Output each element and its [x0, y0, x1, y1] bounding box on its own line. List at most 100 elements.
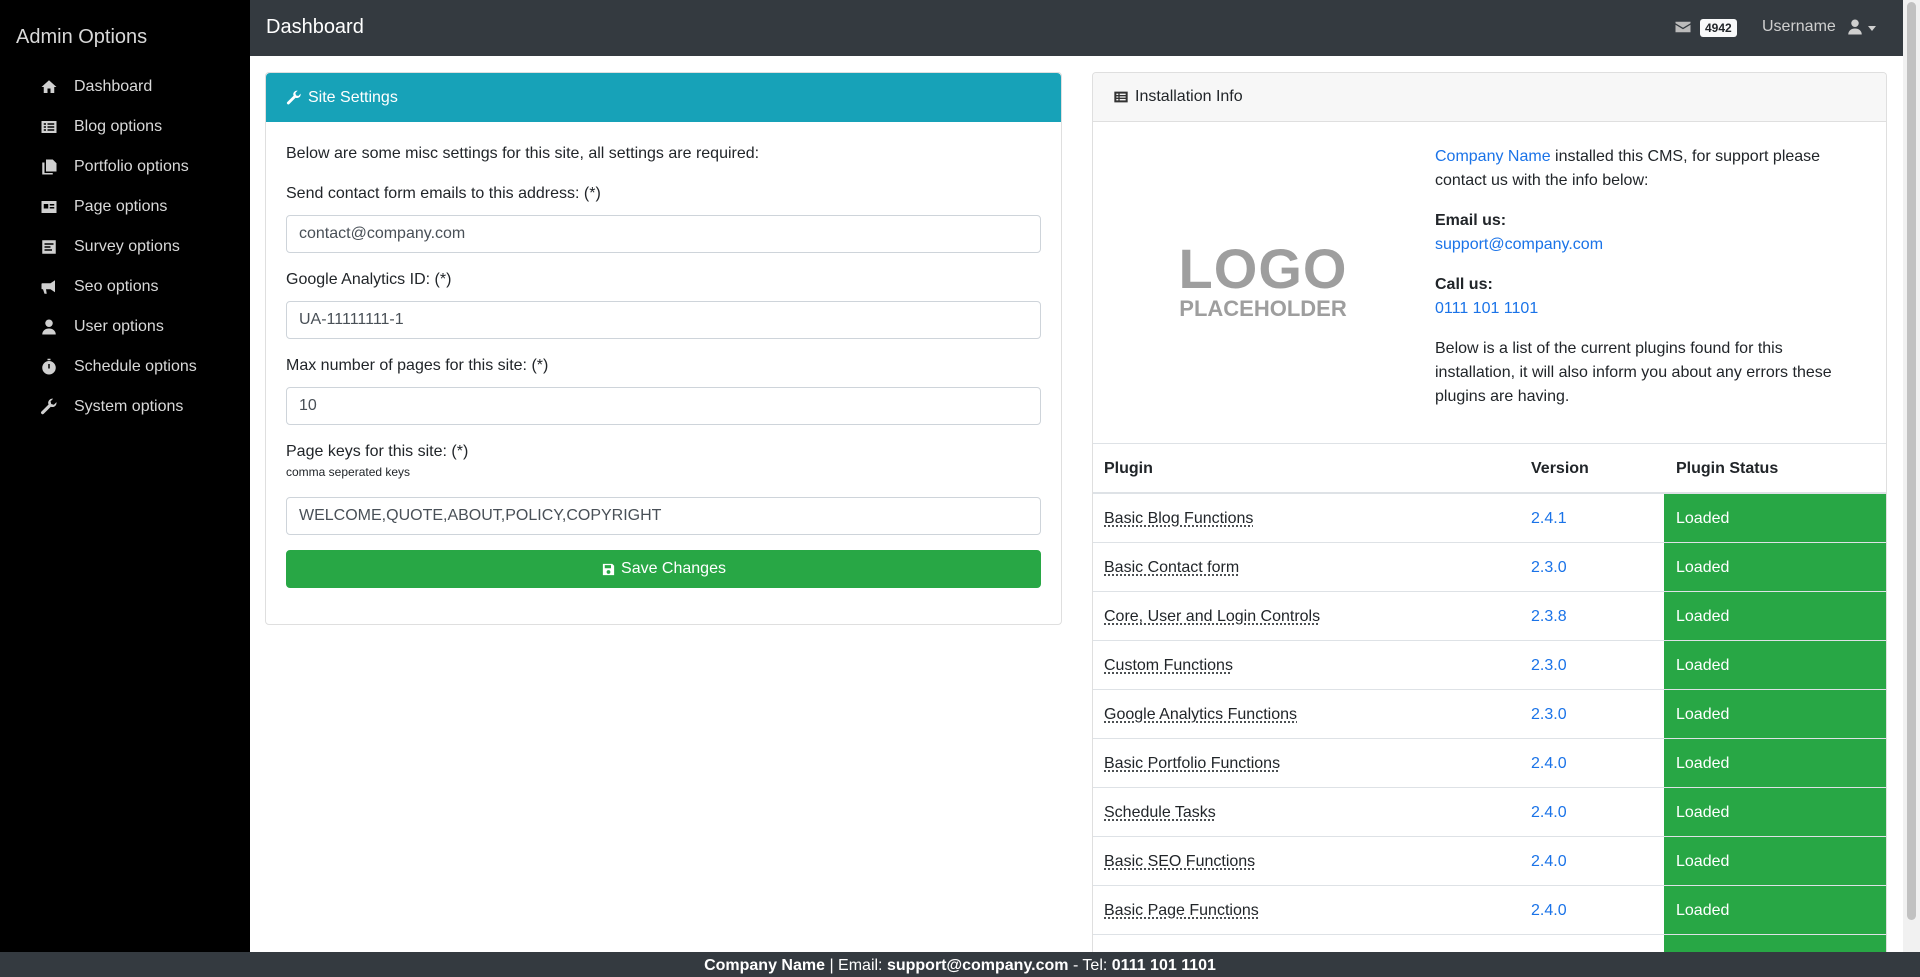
sidebar-item-user[interactable]: User options: [0, 307, 250, 347]
sidebar-item-dashboard[interactable]: Dashboard: [0, 67, 250, 107]
footer: Company Name | Email: support@company.co…: [0, 952, 1920, 977]
sidebar-item-survey[interactable]: Survey options: [0, 227, 250, 267]
page-keys-input[interactable]: [286, 497, 1041, 535]
plugin-name[interactable]: Basic SEO Functions: [1104, 837, 1255, 886]
site-settings-card: Site Settings Below are some misc settin…: [265, 72, 1062, 625]
page-title: Dashboard: [266, 16, 364, 38]
sidebar-item-label: User options: [74, 318, 164, 335]
plugin-name[interactable]: Basic Contact form: [1104, 543, 1239, 592]
plugin-name[interactable]: Basic Portfolio Functions: [1104, 739, 1280, 788]
page-keys-label: Page keys for this site: (*): [286, 443, 469, 460]
plugins-note: Below is a list of the current plugins f…: [1435, 340, 1832, 405]
contact-email-input[interactable]: [286, 215, 1041, 253]
plugin-version[interactable]: 2.4.1: [1531, 494, 1567, 543]
col-plugin-header: Plugin: [1104, 460, 1153, 477]
support-phone-link[interactable]: 0111 101 1101: [1435, 300, 1538, 317]
list-alt-icon: [1113, 89, 1129, 105]
table-row: Custom Functions 2.3.0 Loaded: [1093, 641, 1886, 690]
list-icon: [40, 118, 58, 136]
plugin-status: Loaded: [1664, 543, 1886, 591]
col-version-header: Version: [1531, 460, 1589, 477]
site-settings-title: Site Settings: [308, 88, 398, 106]
top-navbar: Dashboard 4942 Username: [250, 0, 1903, 56]
logo-text: LOGO: [1178, 237, 1348, 300]
sidebar-nav: Dashboard Blog options Portfolio options…: [0, 67, 250, 427]
save-changes-label: Save Changes: [621, 560, 726, 577]
plugin-version[interactable]: 2.4.0: [1531, 788, 1567, 837]
plugin-name[interactable]: Google Analytics Functions: [1104, 690, 1297, 739]
col-status-header: Plugin Status: [1676, 460, 1779, 477]
caret-down-icon[interactable]: [1868, 26, 1876, 31]
plugin-version[interactable]: 2.3.8: [1531, 592, 1567, 641]
plugin-status: Loaded: [1664, 739, 1886, 787]
support-info: Company Name installed this CMS, for sup…: [1435, 145, 1865, 409]
plugin-status: Loaded: [1664, 641, 1886, 689]
plugin-name[interactable]: Schedule Tasks: [1104, 788, 1216, 837]
bullhorn-icon: [40, 278, 58, 296]
plugin-status: Loaded: [1664, 690, 1886, 738]
plugin-version[interactable]: 2.4.0: [1531, 739, 1567, 788]
table-row-partial: [1093, 935, 1886, 952]
plugin-name[interactable]: Custom Functions: [1104, 641, 1233, 690]
floppy-icon: [602, 563, 615, 575]
call-heading: Call us:: [1435, 276, 1493, 293]
sidebar: Admin Options Dashboard Blog options Por…: [0, 0, 250, 952]
email-heading: Email us:: [1435, 212, 1507, 229]
plugin-status: Loaded: [1664, 788, 1886, 836]
page-keys-help: comma seperated keys: [286, 465, 411, 479]
installation-info-card: Installation Info LOGO PLACEHOLDER Compa…: [1092, 72, 1887, 952]
sidebar-item-blog[interactable]: Blog options: [0, 107, 250, 147]
plugin-status-partial: [1664, 935, 1886, 952]
username-link[interactable]: Username: [1762, 18, 1836, 36]
envelope-icon[interactable]: [1674, 18, 1692, 36]
user-icon: [40, 318, 58, 336]
max-pages-label: Max number of pages for this site: (*): [286, 357, 549, 374]
sidebar-item-label: Seo options: [74, 278, 159, 295]
page-scrollbar[interactable]: [1903, 0, 1920, 952]
table-row: Google Analytics Functions 2.3.0 Loaded: [1093, 690, 1886, 739]
logo-placeholder: LOGO PLACEHOLDER: [1173, 241, 1353, 341]
plugin-version[interactable]: 2.3.0: [1531, 543, 1567, 592]
table-row: Basic Portfolio Functions 2.4.0 Loaded: [1093, 739, 1886, 788]
company-name-link[interactable]: Company Name: [1435, 148, 1551, 165]
sidebar-item-seo[interactable]: Seo options: [0, 267, 250, 307]
home-icon: [40, 78, 58, 96]
plugin-status: Loaded: [1664, 592, 1886, 640]
support-email-link[interactable]: support@company.com: [1435, 236, 1603, 253]
analytics-id-input[interactable]: [286, 301, 1041, 339]
wrench-icon: [40, 398, 58, 416]
table-row: Basic SEO Functions 2.4.0 Loaded: [1093, 837, 1886, 886]
plugin-version[interactable]: 2.4.0: [1531, 886, 1567, 935]
footer-email-label: | Email:: [825, 957, 887, 974]
sidebar-title: Admin Options: [16, 26, 148, 48]
plugin-version[interactable]: 2.3.0: [1531, 641, 1567, 690]
sidebar-item-page[interactable]: Page options: [0, 187, 250, 227]
table-row: Core, User and Login Controls 2.3.8 Load…: [1093, 592, 1886, 641]
plugin-name[interactable]: Core, User and Login Controls: [1104, 592, 1320, 641]
sidebar-item-label: Portfolio options: [74, 158, 189, 175]
plugin-version[interactable]: 2.3.0: [1531, 690, 1567, 739]
plugin-status: Loaded: [1664, 886, 1886, 934]
plugin-name[interactable]: Basic Page Functions: [1104, 886, 1259, 935]
table-row: Schedule Tasks 2.4.0 Loaded: [1093, 788, 1886, 837]
plugins-table: Plugin Version Plugin Status Basic Blog …: [1093, 443, 1886, 952]
sidebar-item-portfolio[interactable]: Portfolio options: [0, 147, 250, 187]
sidebar-item-system[interactable]: System options: [0, 387, 250, 427]
save-changes-button[interactable]: Save Changes: [286, 550, 1041, 588]
mail-count-badge[interactable]: 4942: [1700, 19, 1737, 37]
settings-intro: Below are some misc settings for this si…: [286, 145, 760, 162]
plugin-name[interactable]: Basic Blog Functions: [1104, 494, 1253, 543]
footer-company: Company Name: [704, 957, 825, 974]
contact-email-label: Send contact form emails to this address…: [286, 185, 601, 202]
max-pages-input[interactable]: [286, 387, 1041, 425]
id-card-icon: [40, 198, 58, 216]
site-settings-header: Site Settings: [266, 73, 1061, 122]
scrollbar-thumb[interactable]: [1907, 2, 1916, 920]
footer-email: support@company.com: [886, 957, 1069, 974]
plugin-version[interactable]: 2.4.0: [1531, 837, 1567, 886]
sidebar-item-label: Blog options: [74, 118, 163, 135]
sidebar-item-schedule[interactable]: Schedule options: [0, 347, 250, 387]
footer-phone: 0111 101 1101: [1111, 957, 1216, 974]
installation-info-title: Installation Info: [1135, 88, 1243, 105]
user-icon[interactable]: [1846, 18, 1864, 36]
